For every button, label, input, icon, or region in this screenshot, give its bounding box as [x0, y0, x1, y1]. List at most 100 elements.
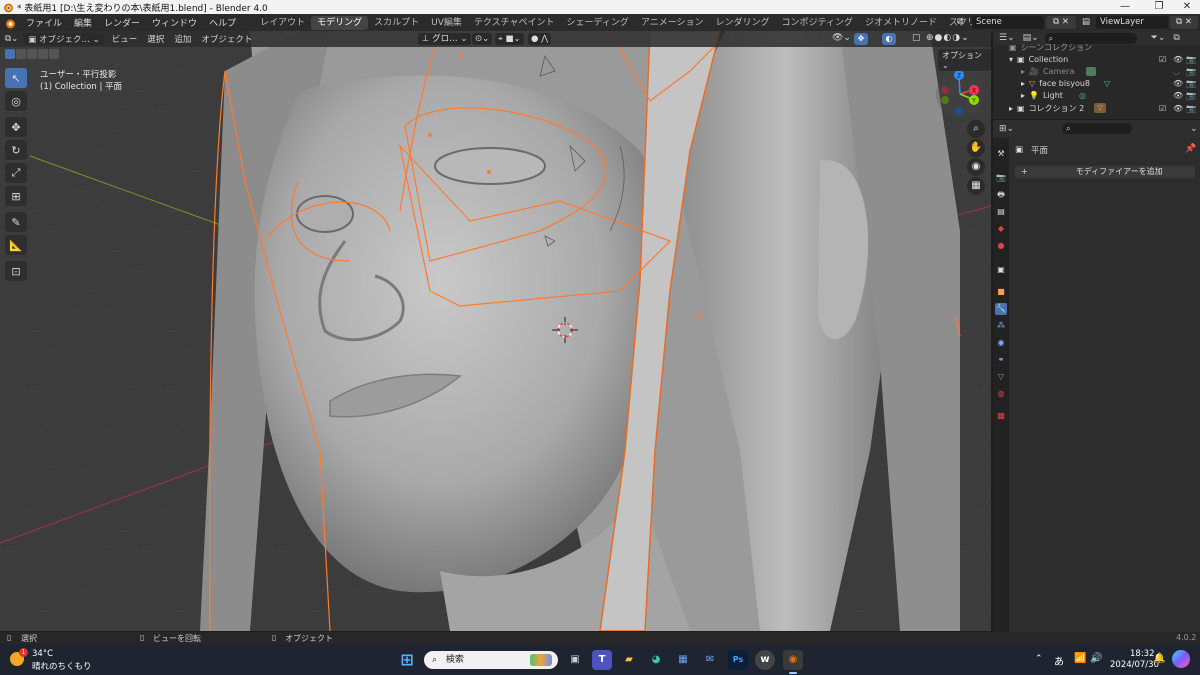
properties-options-icon[interactable]: ⌄ — [1190, 124, 1198, 134]
outliner-row-camera[interactable]: ▸ 🎥 Camera ◡ 📷 — [993, 65, 1200, 77]
tab-layout[interactable]: レイアウト — [254, 16, 311, 30]
collection-2-camera-icon[interactable]: 📷 — [1186, 104, 1196, 113]
rotate-tool-icon[interactable]: ↻ — [5, 140, 27, 160]
view-layer-buttons[interactable]: ⧉ ✕ — [1170, 16, 1198, 29]
menu-edit[interactable]: 編集 — [68, 16, 98, 29]
edge-icon[interactable]: ◕ — [646, 650, 666, 670]
outliner-row-collection-2[interactable]: ▸ ▣ コレクション 2 ▽ ☑ 👁 📷 — [993, 102, 1200, 114]
tab-compositing[interactable]: コンポジティング — [776, 16, 859, 30]
menu-add[interactable]: 追加 — [169, 33, 196, 45]
weather-widget[interactable]: 1 — [10, 648, 30, 670]
menu-help[interactable]: ヘルプ — [203, 16, 242, 29]
blender-taskbar-icon[interactable]: ◉ — [783, 650, 803, 670]
select-subtract-icon[interactable] — [27, 49, 37, 59]
outliner-row-scene-collection[interactable]: ▣ シーンコレクション — [993, 41, 1200, 53]
material-tab-icon[interactable]: ◍ — [995, 388, 1007, 400]
mesh-data-icon[interactable]: ▽ — [1104, 79, 1110, 88]
camera-eye-hidden-icon[interactable]: ◡ — [1173, 67, 1180, 76]
scene-selector[interactable]: Scene — [972, 16, 1044, 29]
clock-time[interactable]: 18:32 — [1130, 649, 1155, 659]
ime-indicator[interactable]: あ — [1054, 653, 1064, 668]
ortho-grid-icon[interactable]: ▦ — [967, 177, 985, 195]
transform-tool-icon[interactable]: ⊞ — [5, 186, 27, 206]
tab-uv-editing[interactable]: UV編集 — [425, 16, 468, 30]
snap-icon[interactable]: ⌖ ■⌄ — [495, 33, 524, 45]
expand-arrow-icon[interactable]: ▸ — [1021, 67, 1029, 76]
navigation-gizmo[interactable]: Z X Y — [935, 69, 985, 119]
notification-bell-icon[interactable]: 🔔 — [1153, 653, 1165, 664]
zoom-icon[interactable]: ⌕ — [967, 120, 985, 138]
tab-shading[interactable]: シェーディング — [561, 16, 635, 30]
collection-tab-icon[interactable]: ▣ — [995, 264, 1007, 276]
select-new-icon[interactable] — [5, 49, 15, 59]
select-box-tool-icon[interactable]: ↖ — [5, 68, 27, 88]
pan-hand-icon[interactable]: ✋ — [967, 139, 985, 157]
3d-viewport[interactable]: Z X Y オプション ⌄ ユーザー・平行投影 (1) Collection |… — [0, 31, 991, 631]
menu-window[interactable]: ウィンドウ — [146, 16, 203, 29]
view-layer-selector[interactable]: ViewLayer — [1096, 16, 1168, 29]
collection-eye-icon[interactable]: 👁 — [1173, 55, 1183, 64]
shading-modes-icon[interactable]: ⊕●◐◑⌄ — [926, 33, 970, 43]
collection-checkbox-icon[interactable]: ☑ — [1159, 55, 1166, 64]
pin-icon[interactable]: 📌 — [1185, 144, 1196, 154]
face-render-icon[interactable]: 📷 — [1186, 79, 1196, 88]
blender-menu-icon[interactable] — [4, 17, 16, 29]
light-data-icon[interactable]: ◎ — [1079, 91, 1086, 100]
photoshop-icon[interactable]: Ps — [728, 650, 748, 670]
editor-type-icon[interactable]: ⧉⌄ — [0, 34, 23, 44]
expand-arrow-icon[interactable]: ▸ — [1009, 104, 1017, 113]
options-dropdown[interactable]: オプション ⌄ — [938, 49, 991, 71]
tab-modeling[interactable]: モデリング — [311, 15, 369, 30]
collection-2-mesh-icon[interactable]: ▽ — [1094, 103, 1107, 113]
visibility-icon[interactable]: 👁⌄ — [832, 33, 851, 43]
tab-rendering[interactable]: レンダリング — [710, 16, 776, 30]
outliner-row-face-bisyou8[interactable]: ▸ ▽ face bisyou8 ▽ 👁 📷 — [993, 77, 1200, 89]
select-invert-icon[interactable] — [38, 49, 48, 59]
tool-tab-icon[interactable]: ⚒ — [995, 148, 1007, 160]
physics-tab-icon[interactable]: ◉ — [995, 337, 1007, 349]
gizmo-toggle-icon[interactable]: ✥ — [854, 33, 868, 45]
scale-tool-icon[interactable]: ⤢ — [5, 163, 27, 183]
mode-selector[interactable]: ▣ オブジェク… ⌄ — [23, 33, 105, 45]
task-view-icon[interactable]: ▣ — [565, 650, 585, 670]
mail-icon[interactable]: ✉ — [700, 650, 720, 670]
output-tab-icon[interactable]: 🖶 — [995, 189, 1007, 201]
minimize-button[interactable]: — — [1108, 0, 1142, 14]
scene-tab-icon[interactable]: ◆ — [995, 223, 1007, 235]
proportional-edit-icon[interactable]: ● ⋀ — [528, 33, 552, 45]
clock-date[interactable]: 2024/07/30 — [1110, 660, 1159, 670]
properties-editor-icon[interactable]: ⊞⌄ — [999, 124, 1014, 134]
move-tool-icon[interactable]: ✥ — [5, 117, 27, 137]
tab-geometry-nodes[interactable]: ジオメトリノード — [859, 16, 943, 30]
properties-search-input[interactable]: ⌕ — [1062, 123, 1133, 134]
object-tab-icon[interactable]: ■ — [995, 286, 1007, 298]
cursor-tool-icon[interactable]: ◎ — [5, 91, 27, 111]
transform-orientation-selector[interactable]: ⊥ グロ… ⌄ — [418, 33, 472, 45]
windows-start-icon[interactable]: ⊞ — [397, 650, 417, 670]
view-layer-icon[interactable]: ▤ — [1078, 16, 1096, 29]
camera-data-icon[interactable] — [1086, 66, 1097, 76]
menu-file[interactable]: ファイル — [20, 16, 68, 29]
file-explorer-icon[interactable]: ▰ — [619, 650, 639, 670]
collection-2-checkbox-icon[interactable]: ☑ — [1159, 104, 1166, 113]
outliner-row-collection[interactable]: ▾ ▣ Collection ☑ 👁 📷 — [993, 53, 1200, 65]
volume-icon[interactable]: 🔊 — [1090, 653, 1102, 664]
pivot-point-icon[interactable]: ⊙⌄ — [472, 33, 493, 45]
teams-icon[interactable]: T — [592, 650, 612, 670]
modifier-tab-icon[interactable]: 🔧 — [995, 303, 1007, 315]
store-icon[interactable]: ▦ — [673, 650, 693, 670]
app-w-icon[interactable]: w — [755, 650, 775, 670]
view-layer-tab-icon[interactable]: ▤ — [995, 206, 1007, 218]
collection-camera-icon[interactable]: 📷 — [1186, 55, 1196, 64]
face-eye-icon[interactable]: 👁 — [1173, 79, 1183, 88]
measure-tool-icon[interactable]: 📐 — [5, 235, 27, 255]
taskbar-search-input[interactable]: ⌕ 検索 — [424, 651, 558, 669]
light-render-icon[interactable]: 📷 — [1186, 91, 1196, 100]
render-tab-icon[interactable]: 📷 — [995, 172, 1007, 184]
camera-view-icon[interactable]: ◉ — [967, 158, 985, 176]
tab-texture-paint[interactable]: テクスチャペイント — [468, 16, 561, 30]
tray-overflow-icon[interactable]: ⌃ — [1035, 654, 1043, 664]
copilot-icon[interactable] — [1172, 650, 1190, 668]
outliner-row-light[interactable]: ▸ 💡 Light ◎ 👁 📷 — [993, 89, 1200, 101]
menu-object[interactable]: オブジェクト — [196, 33, 257, 45]
